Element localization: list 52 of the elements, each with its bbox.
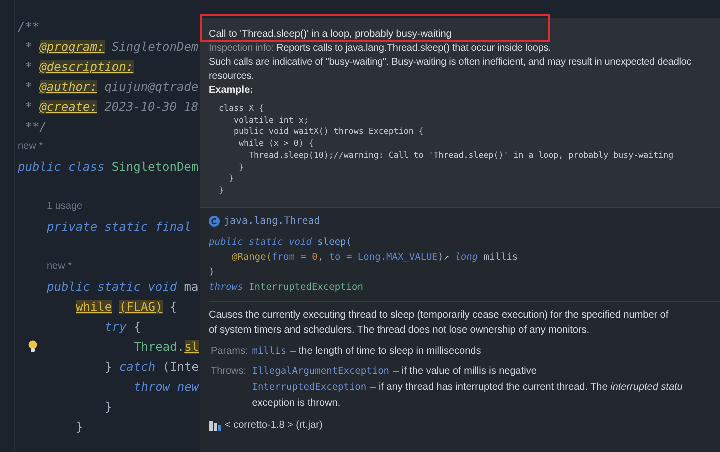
inspection-description: resources. — [209, 70, 256, 84]
code-line: * @program: SingletonDem — [24, 39, 199, 56]
throws-label: Throws: — [211, 364, 248, 379]
exception-description: – if any thread has interrupted the current thread. The interrupted statu — [370, 380, 683, 395]
example-code-line: while (x > 0) { — [238, 138, 315, 150]
method-description: of system timers and schedulers. The thread does not lose ownership of any monitors. — [209, 324, 590, 338]
library-source: < corretto-1.8 > (rt.jar) — [225, 420, 323, 431]
example-code-line: volatile int x; — [232, 114, 310, 126]
param-name: millis — [252, 344, 287, 359]
method-description: Causes the currently executing thread to sleep (temporarily cease execution) for the specified number of — [209, 308, 670, 323]
code-line: /** — [18, 19, 40, 36]
code-line: } catch (Inte — [105, 359, 199, 376]
signature-line: ) — [209, 266, 216, 280]
code-line: public static void ma — [47, 279, 199, 296]
class-icon — [209, 216, 220, 228]
example-code-line: } — [238, 162, 245, 174]
example-code-line: class X { — [219, 103, 265, 115]
library-icon — [209, 420, 221, 431]
code-line: * @author: qiujun@qtrade — [24, 79, 199, 96]
code-line: while (FLAG) { — [76, 299, 178, 316]
code-line: * @description: — [24, 59, 134, 76]
signature-line: throws InterruptedException — [209, 280, 364, 295]
code-line: * @create: 2023-10-30 18 — [24, 99, 199, 116]
signature-line: @Range(from = 0, to = Long.MAX_VALUE)↗ long millis — [231, 250, 520, 265]
example-heading: Example: — [209, 84, 254, 98]
param-description: – the length of time to sleep in milliseconds — [290, 344, 482, 359]
exception-description: – if the value of millis is negative — [394, 364, 537, 379]
code-line: Thread.sl — [134, 339, 200, 356]
code-line: } — [105, 399, 112, 416]
code-line: throw new — [134, 379, 200, 396]
lightbulb-icon[interactable] — [28, 340, 38, 353]
class-name[interactable]: java.lang.Thread — [224, 216, 320, 228]
exception-link[interactable]: InterruptedException — [252, 380, 367, 396]
code-line: } — [76, 419, 84, 436]
exception-description: exception is thrown. — [252, 396, 341, 411]
code-line: private static final — [47, 219, 192, 236]
code-hint[interactable]: new * — [47, 257, 72, 277]
code-line: public class SingletonDem — [18, 159, 199, 176]
signature-line: public static void sleep( — [209, 236, 353, 250]
params-label: Params: — [211, 344, 248, 359]
exception-link[interactable]: IllegalArgumentException — [252, 364, 390, 380]
inspection-description: Such calls are indicative of "busy-waiting". Busy-waiting is often inefficient, and may result in unexpected deadloc — [209, 56, 693, 70]
inspection-info: Inspection info: Reports calls to java.lang.Thread.sleep() that occur inside loops. — [209, 42, 552, 56]
code-hint[interactable]: 1 usage — [47, 197, 83, 217]
example-code-line: public void waitX() throws Exception { — [232, 126, 425, 138]
example-code-line: Thread.sleep(10);//warning: Call to 'Thread.sleep()' in a loop, probably busy-waiting — [248, 150, 675, 162]
code-line: try { — [105, 319, 142, 336]
example-code-line: } — [219, 184, 225, 197]
code-hint[interactable]: new * — [18, 137, 44, 157]
code-line: **/ — [24, 119, 47, 136]
inspection-title: Call to 'Thread.sleep()' in a loop, probably busy-waiting — [209, 28, 453, 42]
example-code-line: } — [228, 173, 235, 185]
